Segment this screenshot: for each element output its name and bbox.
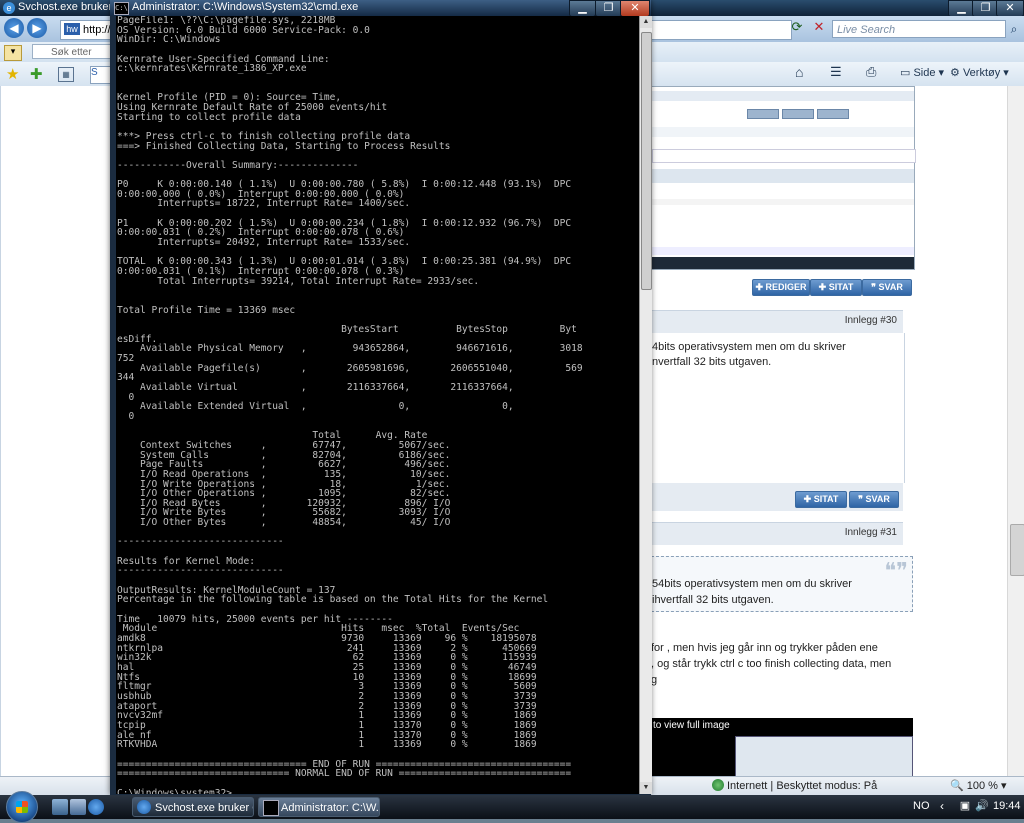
show-desktop-icon[interactable] bbox=[52, 799, 68, 815]
address-text: http:// bbox=[83, 24, 111, 36]
home-icon[interactable]: ⌂ bbox=[795, 64, 803, 80]
security-zone[interactable]: Internett | Beskyttet modus: På bbox=[712, 779, 877, 792]
sitat-label-2: SITAT bbox=[813, 494, 839, 504]
quote-line-2: ihvertfall 32 bits utgaven. bbox=[652, 594, 774, 606]
reply-line-1: for , men hvis jeg går inn og trykker på… bbox=[651, 642, 878, 654]
cmd-taskbar-icon bbox=[263, 800, 279, 816]
svar-button[interactable]: ❞ SVAR bbox=[862, 279, 912, 296]
reply-line-2: , og står trykk ctrl c too finish collec… bbox=[651, 658, 892, 670]
cmd-close-button[interactable]: ✕ bbox=[620, 0, 650, 17]
zoom-control[interactable]: 🔍 100 % ▾ bbox=[950, 779, 1007, 792]
ie-quicklaunch-icon[interactable] bbox=[88, 799, 104, 815]
cmd-window-title: Administrator: C:\Windows\System32\cmd.e… bbox=[132, 1, 359, 13]
favorites-star-icon[interactable]: ★ bbox=[6, 65, 19, 83]
taskbar-button-cmd[interactable]: Administrator: C:\W... bbox=[258, 797, 380, 817]
thumbnail-window bbox=[735, 736, 913, 776]
switch-windows-icon[interactable] bbox=[70, 799, 86, 815]
ie-minimize-button[interactable]: ▁ bbox=[948, 0, 975, 17]
console-text: PageFile1: \??\C:\pagefile.sys, 2218MB O… bbox=[117, 16, 583, 794]
live-search-input[interactable]: Live Search bbox=[832, 20, 1006, 38]
cmd-scrollbar-thumb[interactable] bbox=[641, 32, 652, 290]
post-31-header: Innlegg #31 bbox=[651, 522, 903, 545]
scroll-down-arrow-icon[interactable]: ▼ bbox=[640, 782, 652, 794]
sitat-label: SITAT bbox=[828, 282, 854, 292]
forum-page: ✚ REDIGER ✚ SITAT ❞ SVAR Innlegg #30 4bi… bbox=[651, 86, 1007, 776]
cmd-maximize-button[interactable]: ❐ bbox=[595, 0, 622, 17]
ie-logo-icon: e bbox=[3, 2, 15, 14]
tray-expand-icon[interactable]: ‹ bbox=[940, 799, 944, 813]
post-30-label: Innlegg #30 bbox=[844, 315, 897, 326]
sitat-button-2[interactable]: ✚ SITAT bbox=[795, 491, 847, 508]
image-thumbnail[interactable]: to view full image bbox=[651, 718, 913, 776]
taskbar-button-ie[interactable]: Svchost.exe bruker 6... bbox=[132, 797, 254, 817]
svar-button-2[interactable]: ❞ SVAR bbox=[849, 491, 899, 508]
clock[interactable]: 19:44 bbox=[993, 800, 1021, 812]
print-icon[interactable]: ⎙ bbox=[866, 64, 876, 80]
page-scrollbar-thumb[interactable] bbox=[1010, 524, 1024, 576]
console-output-area[interactable]: PageFile1: \??\C:\pagefile.sys, 2218MB O… bbox=[116, 16, 639, 794]
cmd-window: C:\ Administrator: C:\Windows\System32\c… bbox=[110, 0, 652, 795]
svar-label: SVAR bbox=[878, 282, 903, 292]
search-icon[interactable]: ⌕ bbox=[1006, 20, 1022, 38]
sitat-button[interactable]: ✚ SITAT bbox=[810, 279, 862, 296]
post-31-label: Innlegg #31 bbox=[844, 527, 897, 538]
stop-icon[interactable]: ✕ bbox=[810, 19, 828, 37]
page-scrollbar[interactable] bbox=[1007, 86, 1024, 776]
back-arrow-icon[interactable]: ◀ bbox=[4, 18, 24, 38]
page-menu[interactable]: ▭ Side ▾ bbox=[900, 66, 944, 79]
post-30-body: 4bits operativsystem men om du skriver n… bbox=[651, 333, 905, 483]
zoom-label: 100 % bbox=[966, 780, 998, 792]
scroll-up-arrow-icon[interactable]: ▲ bbox=[640, 16, 652, 28]
page-menu-label: Side bbox=[913, 67, 936, 79]
language-indicator[interactable]: NO bbox=[913, 800, 930, 812]
post-30-line-2: nvertfall 32 bits utgaven. bbox=[652, 356, 772, 368]
ie-maximize-button[interactable]: ❐ bbox=[972, 0, 999, 17]
console-icon: C:\ bbox=[114, 2, 129, 15]
browser-tab[interactable]: S bbox=[90, 66, 112, 84]
tools-menu-label: Verktøy bbox=[962, 67, 1001, 79]
rss-feed-icon[interactable]: ☰ bbox=[830, 64, 842, 80]
toolbar-search-input[interactable]: Søk etter web bbox=[32, 44, 112, 73]
quote-line-1: 54bits operativsystem men om du skriver bbox=[652, 578, 852, 590]
post-30-header: Innlegg #30 bbox=[651, 310, 903, 333]
ie-close-button[interactable]: ✕ bbox=[996, 0, 1024, 17]
post-30-line-1: 4bits operativsystem men om du skriver bbox=[652, 341, 846, 353]
tools-menu[interactable]: ⚙ Verktøy ▾ bbox=[950, 66, 1009, 79]
browser-tab-label: S bbox=[91, 67, 98, 78]
start-button[interactable] bbox=[6, 791, 38, 823]
cmd-titlebar[interactable]: C:\ Administrator: C:\Windows\System32\c… bbox=[110, 0, 651, 17]
favorites-bar-icon[interactable]: ▾ bbox=[4, 45, 22, 61]
rediger-button[interactable]: ✚ REDIGER bbox=[752, 279, 810, 296]
taskbar-ie-label: Svchost.exe bruker 6... bbox=[155, 802, 253, 814]
page-content-left bbox=[0, 86, 111, 776]
refresh-icon[interactable]: ⟳ bbox=[788, 19, 806, 37]
security-zone-label: Internett | Beskyttet modus: På bbox=[727, 780, 878, 792]
cmd-scrollbar[interactable]: ▲ ▼ bbox=[639, 16, 652, 794]
taskbar: Svchost.exe bruker 6... Administrator: C… bbox=[0, 791, 1024, 823]
cmd-minimize-button[interactable]: ▁ bbox=[569, 0, 596, 17]
windows-logo-icon bbox=[16, 801, 28, 813]
image-caption: to view full image bbox=[653, 720, 730, 731]
quote-box: ❝❞ 54bits operativsystem men om du skriv… bbox=[651, 556, 913, 612]
volume-icon[interactable]: 🔊 bbox=[975, 799, 989, 813]
embedded-screenshot-image[interactable] bbox=[651, 86, 916, 270]
globe-icon bbox=[712, 779, 724, 791]
forward-arrow-icon[interactable]: ▶ bbox=[27, 18, 47, 38]
site-favicon-icon: hw bbox=[64, 23, 80, 35]
tab-list-icon[interactable]: ▦ bbox=[58, 67, 74, 82]
rediger-label: REDIGER bbox=[765, 282, 807, 292]
ie-taskbar-icon bbox=[137, 800, 151, 814]
gear-icon: ⚙ bbox=[950, 67, 960, 79]
network-icon[interactable]: ▣ bbox=[958, 799, 972, 813]
svar-label-2: SVAR bbox=[865, 494, 890, 504]
taskbar-cmd-label: Administrator: C:\W... bbox=[281, 802, 380, 814]
quote-mark-icon: ❝❞ bbox=[884, 559, 908, 584]
add-favorites-icon[interactable]: ✚ bbox=[30, 65, 43, 83]
